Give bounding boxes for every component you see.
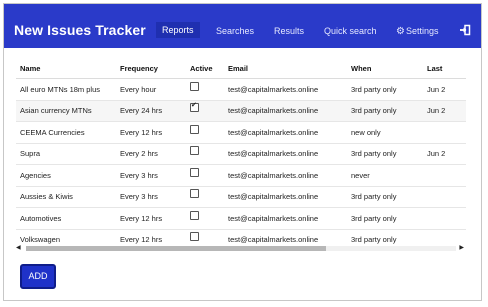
nav-searches[interactable]: Searches: [216, 26, 254, 36]
cell-email: test@capitalmarkets.online: [224, 186, 347, 208]
cell-when: 3rd party only: [347, 143, 423, 165]
nav-reports[interactable]: Reports: [156, 22, 200, 38]
cell-name: Supra: [16, 143, 116, 165]
cell-last: [423, 186, 466, 208]
cell-active: [186, 78, 224, 101]
table-row[interactable]: CEEMA Currencies Every 12 hrs test@capital…: [16, 121, 466, 144]
cell-active: [186, 164, 224, 187]
app-window: New Issues Tracker Reports Searches Resu…: [3, 3, 482, 301]
cell-name: Asian currency MTNs: [16, 100, 116, 122]
col-header-email[interactable]: Email: [224, 58, 347, 79]
table-row[interactable]: Automotives Every 12 hrs test@capitalmarke…: [16, 207, 466, 230]
reports-table: Name Frequency Active Email When Last Al…: [16, 58, 466, 250]
table-row[interactable]: Asian currency MTNsEvery 24 hrs test@capi…: [16, 100, 466, 122]
cell-active: [186, 121, 224, 144]
scrollbar-track[interactable]: [26, 246, 456, 251]
table-header-row: Name Frequency Active Email When Last: [16, 58, 466, 79]
cell-name: Agencies: [16, 164, 116, 187]
cell-name: CEEMA Currencies: [16, 121, 116, 144]
cell-email: test@capitalmarkets.online: [224, 164, 347, 187]
scroll-left-icon[interactable]: ◀: [16, 244, 21, 251]
cell-frequency: Every 3 hrs: [116, 186, 186, 208]
cell-name: Aussies & Kiwis: [16, 186, 116, 208]
app-title: New Issues Tracker: [14, 22, 146, 38]
cell-email: test@capitalmarkets.online: [224, 207, 347, 230]
nav-quick-search[interactable]: Quick search: [324, 26, 377, 36]
cell-last: [423, 207, 466, 230]
cell-active: [186, 207, 224, 230]
settings-label: Settings: [405, 26, 439, 36]
col-header-frequency[interactable]: Frequency: [116, 58, 186, 79]
table-row[interactable]: Aussies & Kiwis Every 3 hrs test@capitalma…: [16, 186, 466, 208]
active-checkbox[interactable]: [190, 146, 199, 156]
cell-frequency: Every hour: [116, 78, 186, 101]
col-header-last[interactable]: Last: [423, 58, 466, 79]
scrollbar-thumb[interactable]: [26, 246, 326, 251]
table-row[interactable]: Supra Every 2 hrs test@capitalmarkets.onli…: [16, 143, 466, 165]
nav-settings[interactable]: ⚙Settings: [396, 26, 439, 37]
cell-when: 3rd party only: [347, 186, 423, 208]
active-checkbox[interactable]: [190, 81, 199, 91]
cell-email: test@capitalmarkets.online: [224, 78, 347, 101]
cell-last: Jun 2: [423, 100, 466, 122]
cell-active: [186, 186, 224, 208]
reports-table-container: Name Frequency Active Email When Last Al…: [16, 58, 466, 250]
gear-icon: ⚙: [396, 26, 405, 37]
cell-name: All euro MTNs 18m plus: [16, 78, 116, 101]
col-header-name[interactable]: Name: [16, 58, 116, 79]
active-checkbox[interactable]: [190, 232, 199, 242]
cell-last: Jun 2: [423, 78, 466, 101]
cell-frequency: Every 12 hrs: [116, 121, 186, 144]
cell-email: test@capitalmarkets.online: [224, 100, 347, 122]
cell-when: 3rd party only: [347, 100, 423, 122]
horizontal-scrollbar[interactable]: ◀ ▶: [16, 244, 466, 253]
cell-when: never: [347, 164, 423, 187]
cell-email: test@capitalmarkets.online: [224, 121, 347, 144]
table-row[interactable]: Agencies Every 3 hrs test@capitalmarkets.o…: [16, 164, 466, 187]
cell-frequency: Every 3 hrs: [116, 164, 186, 187]
scroll-right-icon[interactable]: ▶: [459, 244, 464, 251]
cell-when: 3rd party only: [347, 78, 423, 101]
table-row[interactable]: All euro MTNs 18m plus Every hour test@cap…: [16, 78, 466, 101]
logout-icon[interactable]: [459, 24, 471, 36]
active-checkbox[interactable]: [190, 210, 199, 220]
cell-frequency: Every 2 hrs: [116, 143, 186, 165]
cell-frequency: Every 12 hrs: [116, 207, 186, 230]
col-header-active[interactable]: Active: [186, 58, 224, 79]
top-navbar: New Issues Tracker Reports Searches Resu…: [4, 4, 481, 48]
cell-last: [423, 164, 466, 187]
col-header-when[interactable]: When: [347, 58, 423, 79]
cell-when: 3rd party only: [347, 207, 423, 230]
cell-active: [186, 100, 224, 122]
cell-frequency: Every 24 hrs: [116, 100, 186, 122]
add-button[interactable]: ADD: [20, 264, 56, 289]
cell-name: Automotives: [16, 207, 116, 230]
cell-last: [423, 121, 466, 144]
active-checkbox[interactable]: [190, 167, 199, 177]
cell-last: Jun 2: [423, 143, 466, 165]
active-checkbox[interactable]: [190, 189, 199, 199]
active-checkbox[interactable]: [190, 101, 199, 113]
cell-email: test@capitalmarkets.online: [224, 143, 347, 165]
nav-results[interactable]: Results: [274, 26, 304, 36]
cell-when: new only: [347, 121, 423, 144]
cell-active: [186, 143, 224, 165]
active-checkbox[interactable]: [190, 124, 199, 134]
